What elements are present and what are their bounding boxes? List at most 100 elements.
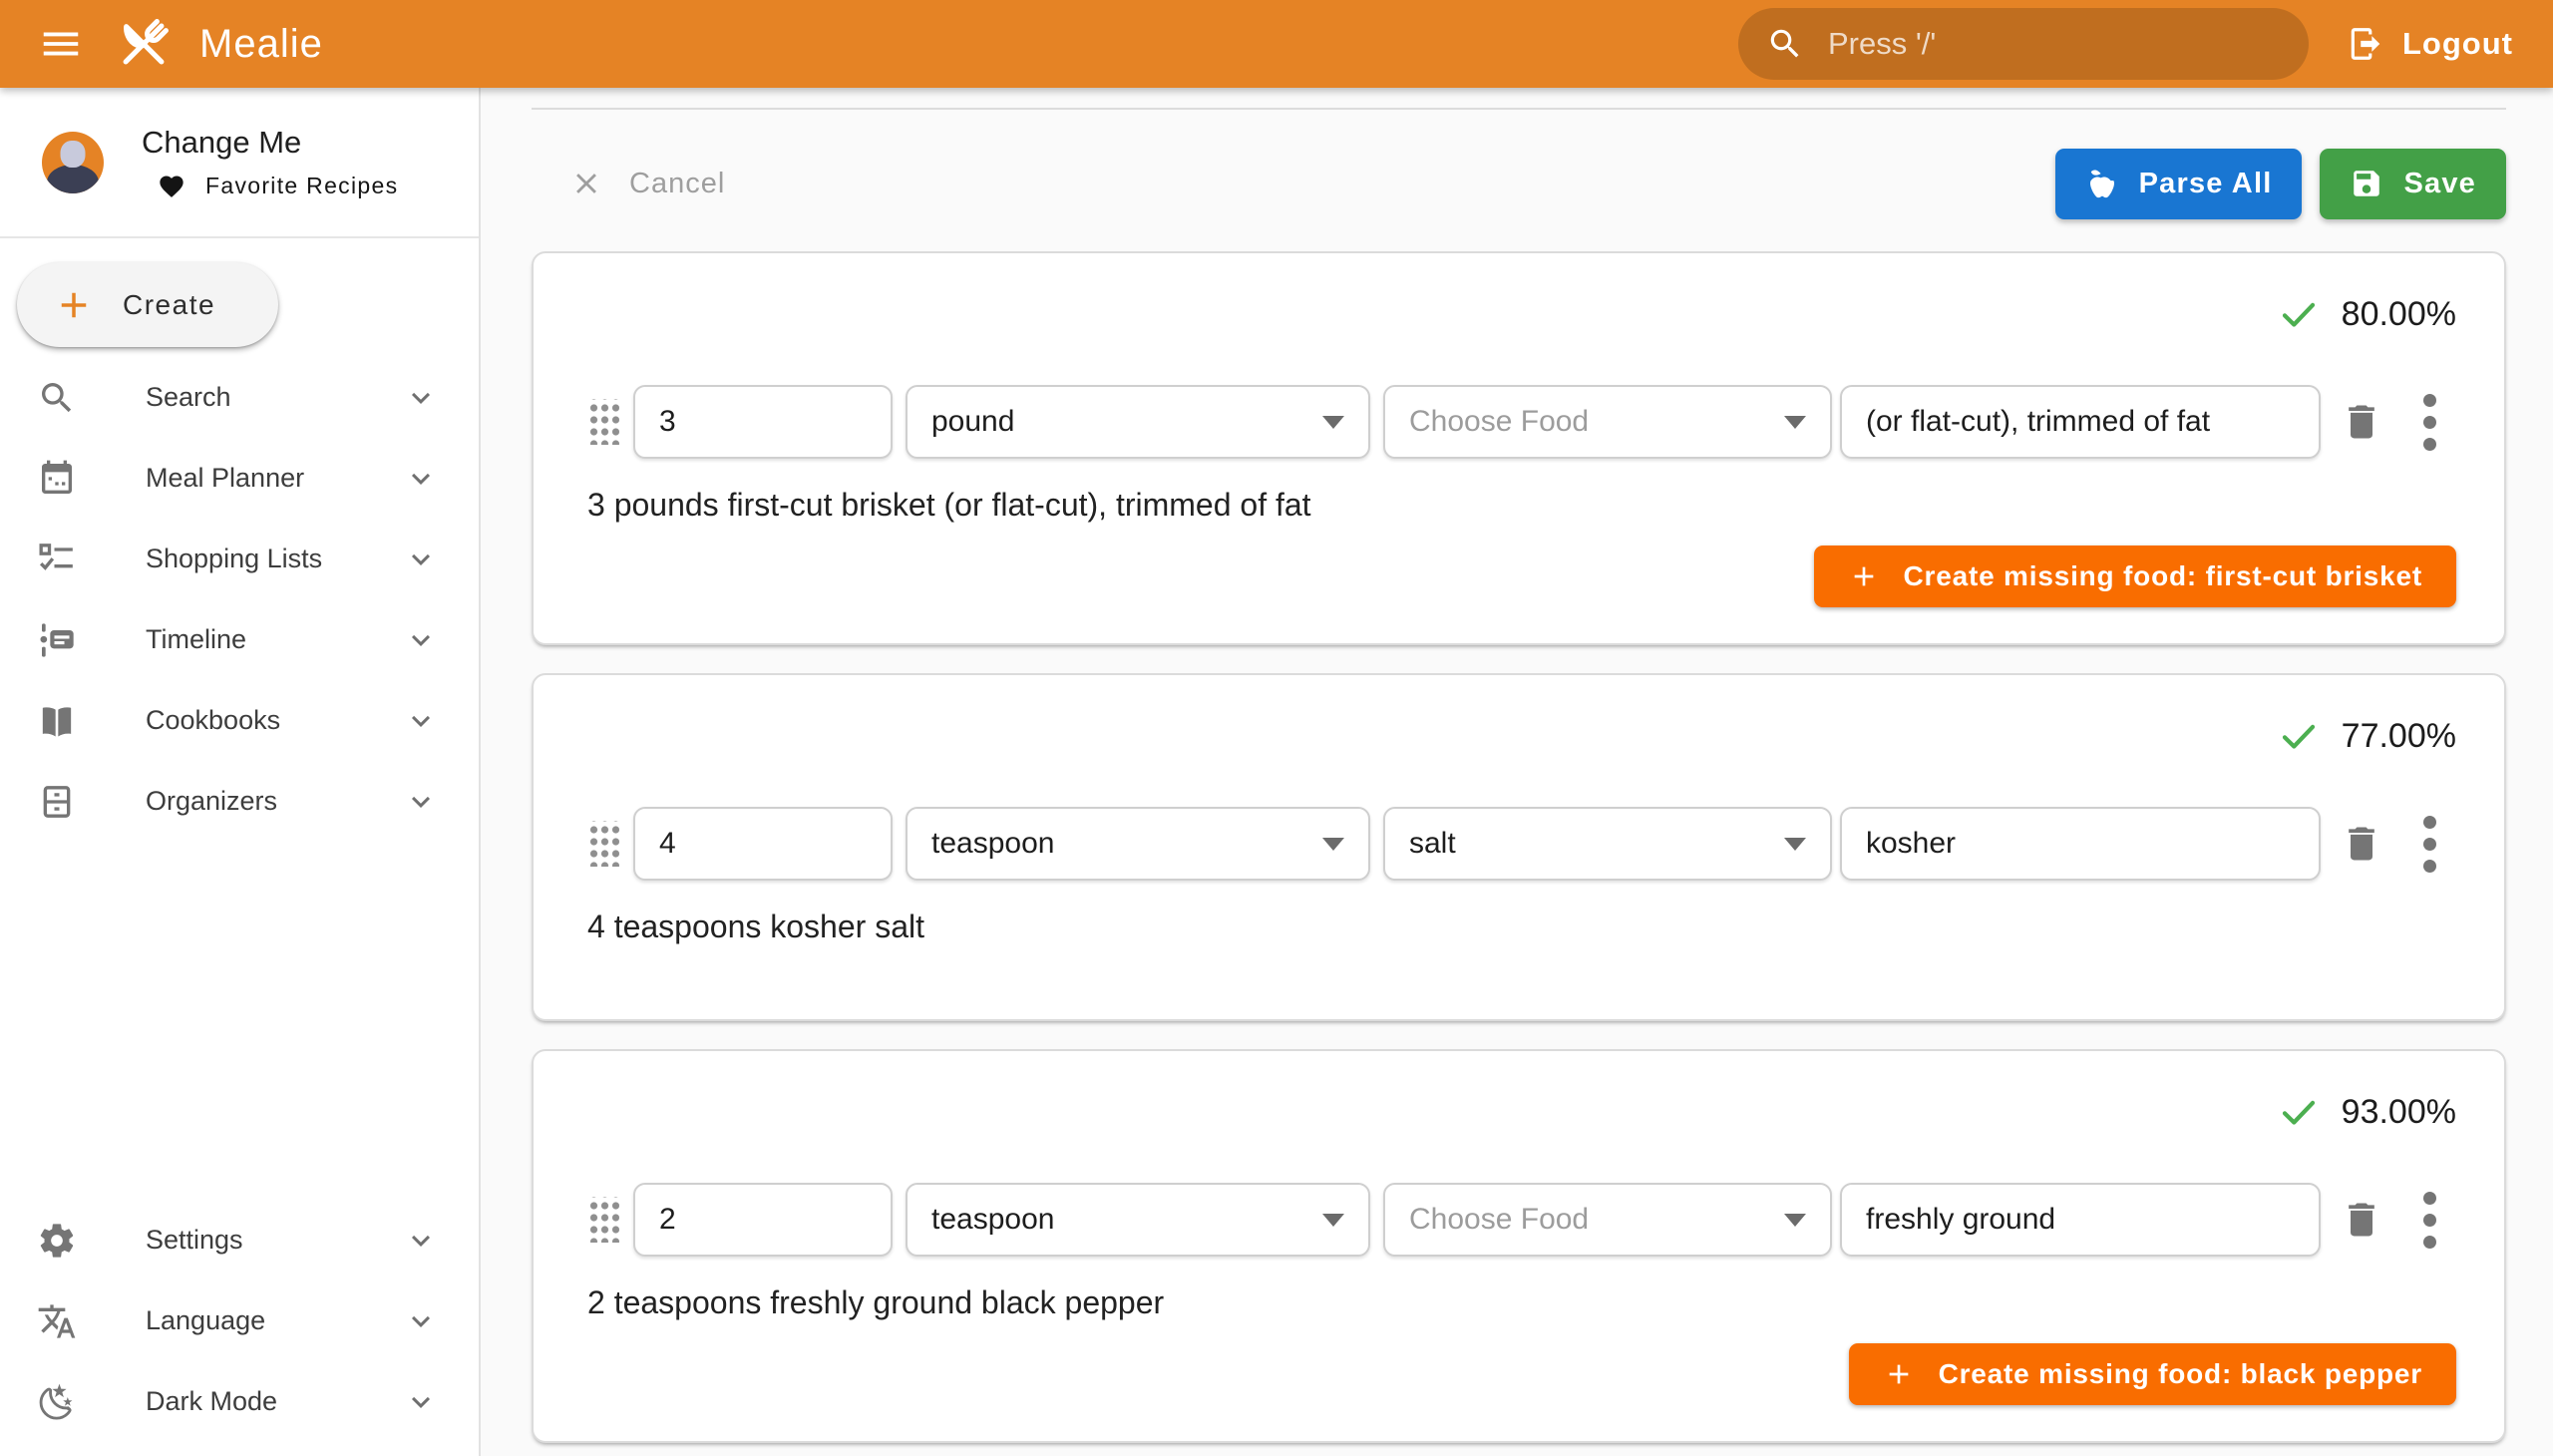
ingredient-card: 80.00% 3 pound Choose Food (or flat-cut)… — [532, 251, 2506, 645]
quantity-input[interactable]: 3 — [633, 385, 893, 459]
plus-icon — [1848, 560, 1880, 592]
plus-icon — [53, 284, 95, 326]
chevron-down-icon[interactable] — [403, 380, 439, 416]
mealie-logo-icon[interactable] — [112, 12, 176, 76]
parse-all-label: Parse All — [2139, 168, 2273, 200]
chevron-down-icon[interactable] — [403, 622, 439, 658]
toolbar-actions: Parse All Save — [2055, 149, 2506, 219]
drag-handle-icon[interactable] — [587, 399, 619, 445]
chevron-down-icon[interactable] — [403, 1303, 439, 1339]
create-missing-food-label: Create missing food: black pepper — [1939, 1358, 2422, 1390]
moon-icon — [37, 1382, 77, 1422]
food-value: salt — [1409, 827, 1456, 861]
chevron-down-icon[interactable] — [403, 1223, 439, 1259]
sidebar-item-shopping-lists[interactable]: Shopping Lists — [0, 519, 479, 599]
dropdown-arrow-icon — [1322, 416, 1344, 429]
book-icon — [37, 701, 77, 741]
drag-handle-icon[interactable] — [587, 1197, 619, 1243]
ingredient-fields-row: 4 teaspoon salt kosher — [587, 807, 2480, 881]
dropdown-arrow-icon — [1322, 1214, 1344, 1227]
confidence-row: 80.00% — [587, 293, 2480, 335]
quantity-value: 4 — [659, 827, 676, 861]
checklist-icon — [37, 540, 77, 579]
logout-icon — [2347, 25, 2384, 63]
sidebar-item-timeline[interactable]: Timeline — [0, 599, 479, 680]
confidence-percent: 93.00% — [2342, 1093, 2456, 1132]
app-title: Mealie — [199, 22, 323, 67]
main-content: Cancel Parse All Save 80.00% 3 — [481, 88, 2553, 1456]
chevron-down-icon[interactable] — [403, 784, 439, 820]
logout-button[interactable]: Logout — [2341, 24, 2519, 64]
avatar[interactable] — [42, 132, 104, 193]
unit-select[interactable]: pound — [906, 385, 1370, 459]
missing-food-row: Create missing food: first-cut brisket — [587, 546, 2480, 607]
drag-handle-icon[interactable] — [587, 821, 619, 867]
confidence-percent: 77.00% — [2342, 717, 2456, 756]
parser-toolbar: Cancel Parse All Save — [532, 148, 2506, 219]
favorite-recipes-label: Favorite Recipes — [205, 173, 398, 199]
parse-all-button[interactable]: Parse All — [2055, 149, 2303, 219]
cancel-button[interactable]: Cancel — [563, 166, 731, 201]
mealie-app: Mealie Press '/' Logout Change Me Favori… — [0, 0, 2553, 1456]
calendar-icon — [37, 459, 77, 499]
trash-icon[interactable] — [2340, 1198, 2383, 1242]
create-label: Create — [123, 289, 215, 321]
trash-icon[interactable] — [2340, 822, 2383, 866]
chevron-down-icon[interactable] — [403, 542, 439, 577]
food-select[interactable]: Choose Food — [1383, 385, 1832, 459]
menu-icon[interactable] — [38, 21, 84, 67]
close-icon — [569, 167, 603, 200]
search-icon — [1766, 25, 1804, 63]
note-input[interactable]: freshly ground — [1840, 1183, 2321, 1257]
favorite-recipes-link[interactable]: Favorite Recipes — [142, 173, 398, 200]
timeline-icon — [37, 620, 77, 660]
note-value: kosher — [1866, 827, 1956, 861]
sidebar-item-dark-mode[interactable]: Dark Mode — [0, 1361, 479, 1442]
quantity-input[interactable]: 2 — [633, 1183, 893, 1257]
quantity-input[interactable]: 4 — [633, 807, 893, 881]
sidebar-bottom-nav: Settings Language Dark Mode — [0, 1200, 479, 1456]
user-name: Change Me — [142, 125, 398, 161]
create-missing-food-button[interactable]: Create missing food: black pepper — [1849, 1343, 2456, 1405]
create-button[interactable]: Create — [17, 262, 278, 347]
logout-label: Logout — [2402, 26, 2513, 62]
chevron-down-icon[interactable] — [403, 461, 439, 497]
chevron-down-icon[interactable] — [403, 703, 439, 739]
search-input[interactable]: Press '/' — [1738, 8, 2309, 80]
ingredient-summary: 3 pounds first-cut brisket (or flat-cut)… — [587, 487, 2480, 524]
sidebar-item-settings[interactable]: Settings — [0, 1200, 479, 1280]
unit-value: pound — [931, 405, 1014, 439]
food-value: Choose Food — [1409, 1203, 1589, 1237]
note-input[interactable]: kosher — [1840, 807, 2321, 881]
sidebar-item-organizers[interactable]: Organizers — [0, 761, 479, 842]
create-missing-food-button[interactable]: Create missing food: first-cut brisket — [1814, 546, 2456, 607]
sidebar-item-cookbooks[interactable]: Cookbooks — [0, 680, 479, 761]
kebab-menu-icon[interactable] — [2421, 392, 2438, 453]
ingredient-card: 77.00% 4 teaspoon salt kosher 4 teaspoon… — [532, 673, 2506, 1021]
top-divider — [532, 108, 2506, 110]
sidebar-item-search[interactable]: Search — [0, 357, 479, 438]
translate-icon — [37, 1301, 77, 1341]
confidence-percent: 80.00% — [2342, 295, 2456, 334]
unit-select[interactable]: teaspoon — [906, 1183, 1370, 1257]
note-input[interactable]: (or flat-cut), trimmed of fat — [1840, 385, 2321, 459]
dropdown-arrow-icon — [1784, 416, 1806, 429]
dropdown-arrow-icon — [1784, 838, 1806, 851]
food-select[interactable]: Choose Food — [1383, 1183, 1832, 1257]
save-button[interactable]: Save — [2320, 149, 2506, 219]
trash-icon[interactable] — [2340, 400, 2383, 444]
user-block[interactable]: Change Me Favorite Recipes — [0, 88, 479, 236]
heart-icon — [158, 173, 185, 200]
unit-select[interactable]: teaspoon — [906, 807, 1370, 881]
kebab-menu-icon[interactable] — [2421, 814, 2438, 875]
kebab-menu-icon[interactable] — [2421, 1190, 2438, 1251]
sidebar-item-meal-planner[interactable]: Meal Planner — [0, 438, 479, 519]
search-placeholder: Press '/' — [1828, 26, 1936, 62]
user-info: Change Me Favorite Recipes — [142, 125, 398, 200]
quantity-value: 3 — [659, 405, 676, 439]
sidebar-item-language[interactable]: Language — [0, 1280, 479, 1361]
food-select[interactable]: salt — [1383, 807, 1832, 881]
confidence-row: 93.00% — [587, 1091, 2480, 1133]
confidence-row: 77.00% — [587, 715, 2480, 757]
chevron-down-icon[interactable] — [403, 1384, 439, 1420]
